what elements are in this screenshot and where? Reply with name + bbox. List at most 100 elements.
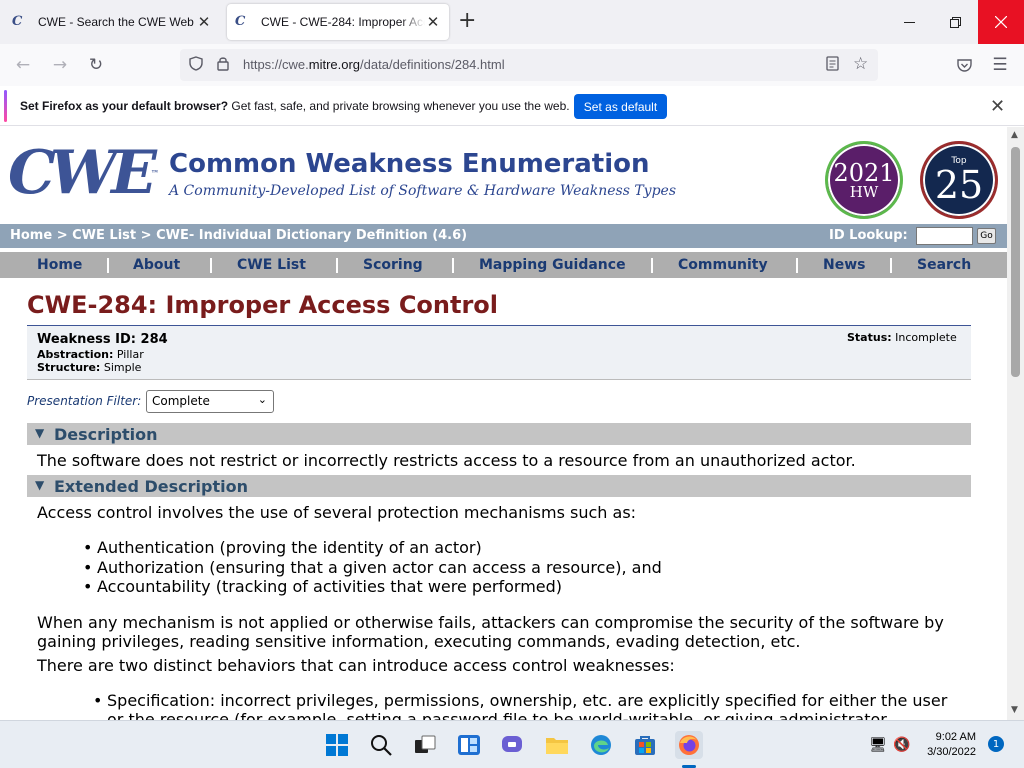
search-button[interactable] — [367, 731, 395, 759]
extended-description-header[interactable]: ▼ Extended Description — [27, 475, 971, 497]
scroll-down-icon[interactable]: ▼ — [1011, 705, 1018, 715]
extended-paragraph-line: gaining privileges, reading sensitive in… — [37, 632, 801, 651]
vertical-scrollbar[interactable]: ▲ ▼ — [1007, 127, 1024, 720]
notification-badge[interactable]: 1 — [988, 736, 1004, 752]
badge-top-number: 25 — [934, 163, 984, 207]
notification-close-icon[interactable]: ✕ — [990, 96, 1005, 117]
task-view-button[interactable] — [411, 731, 439, 759]
search-icon — [371, 735, 392, 756]
badge-year: 2021 — [833, 158, 895, 187]
breadcrumb-separator: > — [136, 228, 157, 243]
teams-chat-button[interactable] — [499, 731, 527, 759]
abstraction-label: Abstraction: — [37, 348, 114, 361]
shield-icon[interactable] — [189, 56, 203, 75]
widgets-button[interactable] — [455, 731, 483, 759]
tab-cwe-search[interactable]: C CWE - Search the CWE Web Site ✕ — [4, 4, 220, 40]
firefox-icon — [679, 735, 699, 755]
collapse-triangle-icon[interactable]: ▼ — [35, 478, 44, 492]
volume-muted-icon[interactable]: 🔇 — [888, 731, 916, 759]
abstraction-value: Pillar — [116, 348, 144, 361]
windows-logo-icon — [326, 734, 348, 756]
minimize-button[interactable] — [886, 0, 932, 44]
default-browser-notification: Set Firefox as your default browser? Get… — [0, 86, 1024, 126]
extended-paragraph-line: When any mechanism is not applied or oth… — [37, 613, 944, 632]
address-bar[interactable]: https://cwe.mitre.org/data/definitions/2… — [180, 49, 878, 81]
structure-row: Structure: Simple — [37, 361, 141, 374]
chevron-down-icon: ⌄ — [257, 393, 267, 406]
close-window-button[interactable] — [978, 0, 1024, 44]
hamburger-menu-icon: ☰ — [992, 55, 1008, 75]
app-menu-button[interactable]: ☰ — [987, 53, 1013, 77]
menu-separator — [452, 258, 454, 273]
main-menu: Home About CWE List Scoring Mapping Guid… — [0, 252, 1007, 278]
menu-separator — [890, 258, 892, 273]
collapse-triangle-icon[interactable]: ▼ — [35, 426, 44, 440]
menu-separator — [651, 258, 653, 273]
2021-hw-badge[interactable]: 2021 HW — [825, 141, 903, 219]
pocket-button[interactable] — [951, 53, 977, 77]
navigation-toolbar: ← → ↻ https://cwe.mitre.org/data/definit… — [0, 44, 1024, 86]
reload-button[interactable]: ↻ — [83, 53, 109, 77]
menu-separator — [796, 258, 798, 273]
microsoft-store-button[interactable] — [631, 731, 659, 759]
windows-taskbar: 🖥 🔇 9:02 AM 3/30/2022 1 — [0, 720, 1024, 768]
close-tab-icon[interactable]: ✕ — [196, 13, 212, 31]
description-header[interactable]: ▼ Description — [27, 423, 971, 445]
cwe-favicon-icon: C — [235, 14, 246, 29]
tab-title: CWE - Search the CWE Web Site — [38, 15, 196, 29]
lock-icon[interactable] — [217, 56, 229, 75]
presentation-filter-label: Presentation Filter: — [27, 394, 142, 408]
abstraction-row: Abstraction: Pillar — [37, 348, 144, 361]
bookmark-star-icon[interactable]: ☆ — [853, 54, 868, 74]
breadcrumb-home-link[interactable]: Home — [10, 228, 52, 243]
taskbar-clock[interactable]: 9:02 AM 3/30/2022 — [918, 730, 976, 760]
breadcrumb: Home > CWE List > CWE- Individual Dictio… — [10, 228, 467, 243]
presentation-filter-select[interactable]: Complete ⌄ — [146, 390, 274, 413]
menu-scoring[interactable]: Scoring — [363, 257, 423, 273]
url-text[interactable]: https://cwe.mitre.org/data/definitions/2… — [243, 57, 505, 72]
id-lookup-go-button[interactable]: Go — [977, 228, 996, 244]
id-lookup-input[interactable] — [916, 227, 973, 245]
start-button[interactable] — [323, 731, 351, 759]
breadcrumb-cwe-list-link[interactable]: CWE List — [72, 228, 136, 243]
menu-home[interactable]: Home — [37, 257, 82, 273]
clock-date: 3/30/2022 — [927, 746, 976, 758]
menu-cwe-list[interactable]: CWE List — [237, 257, 306, 273]
menu-community[interactable]: Community — [678, 257, 768, 273]
maximize-button[interactable] — [932, 0, 978, 44]
bullet-text: Authentication (proving the identity of … — [97, 538, 482, 557]
structure-label: Structure: — [37, 361, 101, 374]
bullet-text: Authorization (ensuring that a given act… — [97, 558, 662, 577]
cwe-favicon-icon: C — [12, 14, 23, 29]
cwe-logo[interactable]: CWE™ — [8, 143, 159, 203]
close-tab-icon[interactable]: ✕ — [425, 13, 441, 31]
menu-about[interactable]: About — [133, 257, 180, 273]
menu-search[interactable]: Search — [917, 257, 971, 273]
reload-icon: ↻ — [88, 55, 104, 75]
tab-cwe-284[interactable]: C CWE - CWE-284: Improper Access Control… — [227, 4, 449, 40]
forward-button[interactable]: → — [47, 53, 73, 77]
back-button[interactable]: ← — [10, 53, 36, 77]
tab-title: CWE - CWE-284: Improper Access Control — [261, 15, 425, 29]
arrow-right-icon: → — [52, 55, 68, 75]
reader-view-icon[interactable] — [826, 56, 839, 75]
file-explorer-button[interactable] — [543, 731, 571, 759]
menu-mapping-guidance[interactable]: Mapping Guidance — [479, 257, 626, 273]
list-item: • Authentication (proving the identity of… — [83, 538, 482, 557]
list-item: • Accountability (tracking of activities … — [83, 577, 563, 596]
status-value: Incomplete — [895, 331, 957, 344]
scroll-up-icon[interactable]: ▲ — [1011, 130, 1018, 140]
new-tab-button[interactable]: + — [458, 10, 476, 32]
top-25-badge[interactable]: Top 25 — [920, 141, 998, 219]
status-label: Status: — [847, 331, 892, 344]
set-as-default-button[interactable]: Set as default — [574, 94, 667, 119]
scrollbar-thumb[interactable] — [1011, 147, 1020, 377]
menu-news[interactable]: News — [823, 257, 865, 273]
site-title[interactable]: Common Weakness Enumeration — [169, 149, 650, 179]
close-icon — [995, 16, 1007, 28]
breadcrumb-current: CWE- Individual Dictionary Definition (4… — [156, 228, 468, 243]
edge-button[interactable] — [587, 731, 615, 759]
url-domain: mitre.org — [308, 57, 361, 72]
firefox-button[interactable] — [675, 731, 703, 759]
pocket-icon — [956, 59, 972, 72]
